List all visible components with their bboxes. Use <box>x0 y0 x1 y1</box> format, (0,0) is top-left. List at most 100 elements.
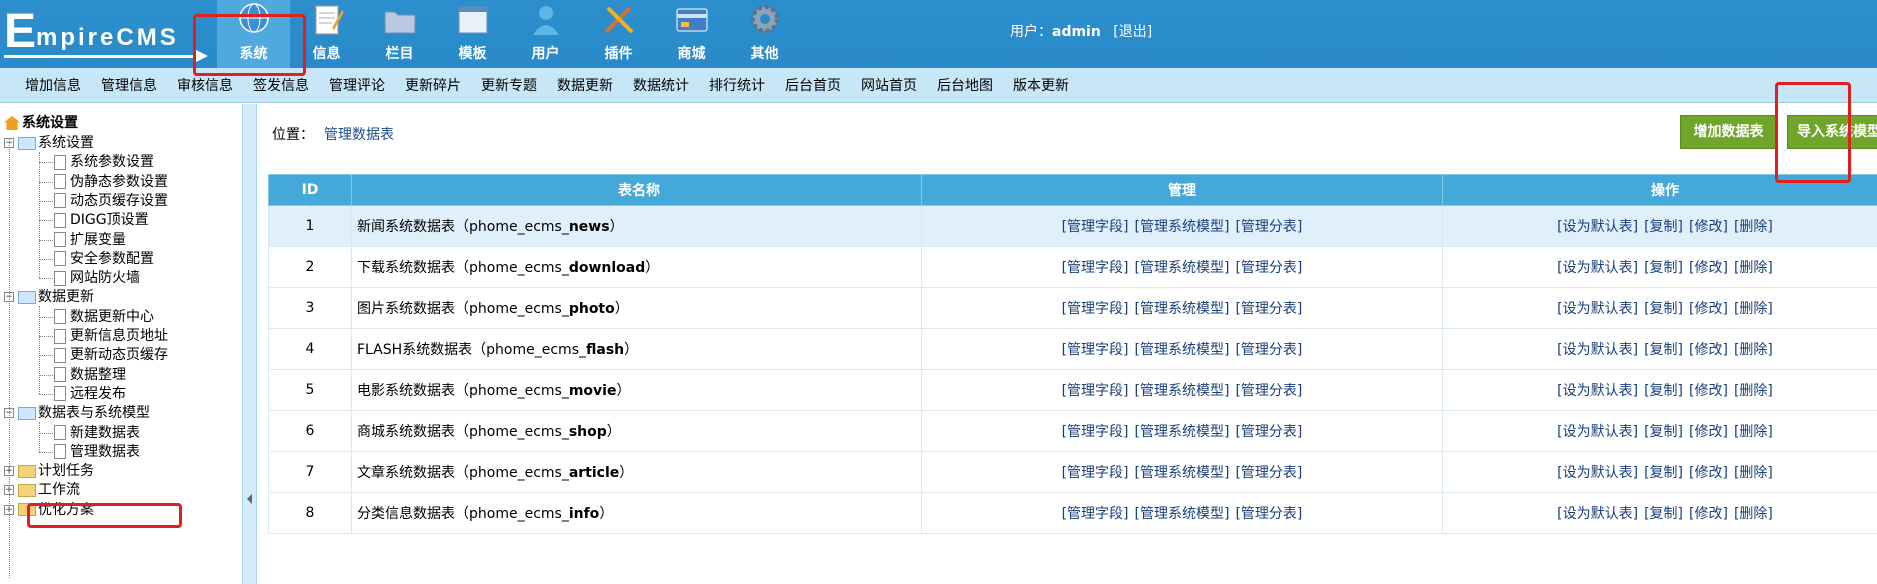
nav-item-6[interactable]: 商城 <box>655 0 728 68</box>
operation-link-0[interactable]: [设为默认表] <box>1557 383 1638 399</box>
manage-link-1[interactable]: [管理系统模型] <box>1135 219 1230 235</box>
tree-root[interactable]: 系统设置 <box>4 112 78 134</box>
manage-link-1[interactable]: [管理系统模型] <box>1135 260 1230 276</box>
table-prefix: phome_ecms_ <box>469 424 569 440</box>
operation-link-3[interactable]: [删除] <box>1734 219 1773 235</box>
operation-link-0[interactable]: [设为默认表] <box>1557 260 1638 276</box>
cell-id: 2 <box>268 246 352 288</box>
nav-item-3[interactable]: 模板 <box>436 0 509 68</box>
submenu-item-3[interactable]: 签发信息 <box>243 75 319 95</box>
nav-item-4[interactable]: 用户 <box>509 0 582 68</box>
tree-item-label: 伪静态参数设置 <box>70 173 168 190</box>
operation-link-2[interactable]: [修改] <box>1689 383 1728 399</box>
operation-link-1[interactable]: [复制] <box>1644 301 1683 317</box>
operation-link-2[interactable]: [修改] <box>1689 465 1728 481</box>
manage-link-2[interactable]: [管理分表] <box>1235 219 1302 235</box>
manage-link-0[interactable]: [管理字段] <box>1062 342 1129 358</box>
manage-link-0[interactable]: [管理字段] <box>1062 506 1129 522</box>
submenu-item-6[interactable]: 更新专题 <box>471 75 547 95</box>
manage-link-0[interactable]: [管理字段] <box>1062 301 1129 317</box>
manage-link-2[interactable]: [管理分表] <box>1235 383 1302 399</box>
manage-link-1[interactable]: [管理系统模型] <box>1135 424 1230 440</box>
nav-item-5[interactable]: 插件 <box>582 0 655 68</box>
operation-link-3[interactable]: [删除] <box>1734 506 1773 522</box>
tree-connector <box>39 200 53 202</box>
submenu-item-9[interactable]: 排行统计 <box>699 75 775 95</box>
operation-link-3[interactable]: [删除] <box>1734 424 1773 440</box>
operation-link-2[interactable]: [修改] <box>1689 342 1728 358</box>
paren: （ <box>455 301 469 317</box>
manage-link-1[interactable]: [管理系统模型] <box>1135 506 1230 522</box>
manage-link-2[interactable]: [管理分表] <box>1235 342 1302 358</box>
operation-link-2[interactable]: [修改] <box>1689 260 1728 276</box>
nav-item-label: 插件 <box>604 46 633 62</box>
operation-link-1[interactable]: [复制] <box>1644 465 1683 481</box>
operation-link-0[interactable]: [设为默认表] <box>1557 424 1638 440</box>
tools-icon <box>600 2 638 38</box>
manage-link-1[interactable]: [管理系统模型] <box>1135 342 1230 358</box>
submenu-item-8[interactable]: 数据统计 <box>623 75 699 95</box>
operation-link-2[interactable]: [修改] <box>1689 219 1728 235</box>
add-table-button[interactable]: 增加数据表 <box>1680 115 1777 149</box>
operation-link-3[interactable]: [删除] <box>1734 383 1773 399</box>
submenu-item-7[interactable]: 数据更新 <box>547 75 623 95</box>
operation-link-3[interactable]: [删除] <box>1734 260 1773 276</box>
page-icon <box>54 386 66 402</box>
submenu-item-5[interactable]: 更新碎片 <box>395 75 471 95</box>
manage-link-2[interactable]: [管理分表] <box>1235 260 1302 276</box>
operation-link-1[interactable]: [复制] <box>1644 219 1683 235</box>
operation-link-1[interactable]: [复制] <box>1644 342 1683 358</box>
submenu-item-13[interactable]: 版本更新 <box>1003 75 1079 95</box>
operation-link-1[interactable]: [复制] <box>1644 260 1683 276</box>
manage-link-0[interactable]: [管理字段] <box>1062 383 1129 399</box>
table-key: download <box>568 260 646 276</box>
table-title: 下载系统数据表 <box>357 260 455 276</box>
operation-link-1[interactable]: [复制] <box>1644 383 1683 399</box>
operation-link-1[interactable]: [复制] <box>1644 424 1683 440</box>
manage-link-0[interactable]: [管理字段] <box>1062 219 1129 235</box>
submenu-item-12[interactable]: 后台地图 <box>927 75 1003 95</box>
logout-link[interactable]: [退出] <box>1113 24 1152 40</box>
manage-link-0[interactable]: [管理字段] <box>1062 424 1129 440</box>
table-key: news <box>568 219 610 235</box>
submenu-item-10[interactable]: 后台首页 <box>775 75 851 95</box>
sidebar-splitter[interactable] <box>242 104 257 584</box>
operation-link-0[interactable]: [设为默认表] <box>1557 301 1638 317</box>
operation-link-0[interactable]: [设为默认表] <box>1557 342 1638 358</box>
operation-link-2[interactable]: [修改] <box>1689 506 1728 522</box>
nav-item-7[interactable]: 其他 <box>728 0 801 68</box>
page-icon <box>54 328 66 344</box>
operation-link-3[interactable]: [删除] <box>1734 465 1773 481</box>
operation-link-3[interactable]: [删除] <box>1734 301 1773 317</box>
submenu-item-1[interactable]: 管理信息 <box>91 75 167 95</box>
manage-link-2[interactable]: [管理分表] <box>1235 301 1302 317</box>
nav-item-2[interactable]: 栏目 <box>363 0 436 68</box>
manage-link-2[interactable]: [管理分表] <box>1235 506 1302 522</box>
manage-link-1[interactable]: [管理系统模型] <box>1135 301 1230 317</box>
tree-group-label: 计划任务 <box>38 463 94 480</box>
folder-icon <box>381 2 419 38</box>
submenu-item-11[interactable]: 网站首页 <box>851 75 927 95</box>
paren: ） <box>609 219 624 235</box>
submenu-item-4[interactable]: 管理评论 <box>319 75 395 95</box>
manage-link-2[interactable]: [管理分表] <box>1235 465 1302 481</box>
operation-link-2[interactable]: [修改] <box>1689 424 1728 440</box>
submenu-item-2[interactable]: 审核信息 <box>167 75 243 95</box>
table-title: 电影系统数据表 <box>357 383 455 399</box>
tree-item-label: 远程发布 <box>70 385 126 402</box>
manage-link-0[interactable]: [管理字段] <box>1062 465 1129 481</box>
breadcrumb-current[interactable]: 管理数据表 <box>324 127 394 143</box>
manage-link-1[interactable]: [管理系统模型] <box>1135 383 1230 399</box>
manage-link-2[interactable]: [管理分表] <box>1235 424 1302 440</box>
submenu-item-0[interactable]: 增加信息 <box>15 75 91 95</box>
manage-link-1[interactable]: [管理系统模型] <box>1135 465 1230 481</box>
collapse-arrow-icon[interactable] <box>247 494 252 504</box>
username: admin <box>1052 24 1101 40</box>
operation-link-0[interactable]: [设为默认表] <box>1557 465 1638 481</box>
operation-link-3[interactable]: [删除] <box>1734 342 1773 358</box>
operation-link-1[interactable]: [复制] <box>1644 506 1683 522</box>
operation-link-2[interactable]: [修改] <box>1689 301 1728 317</box>
manage-link-0[interactable]: [管理字段] <box>1062 260 1129 276</box>
operation-link-0[interactable]: [设为默认表] <box>1557 219 1638 235</box>
operation-link-0[interactable]: [设为默认表] <box>1557 506 1638 522</box>
